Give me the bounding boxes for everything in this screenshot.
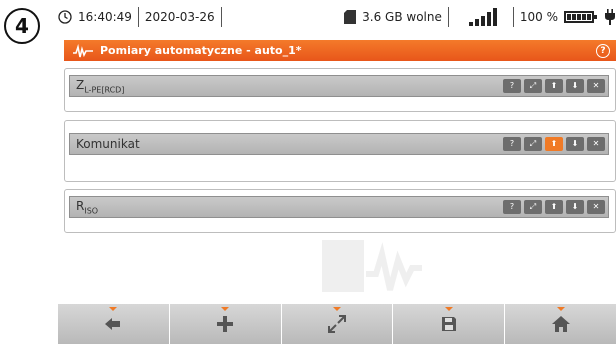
measurement-panel[interactable]: Komunikat ? ⤢ ⬆ ⬇ ✕ xyxy=(64,120,616,182)
battery-percent: 100 % xyxy=(519,10,558,24)
home-icon xyxy=(551,316,570,332)
status-time: 16:40:49 xyxy=(78,10,132,24)
save-icon xyxy=(441,317,456,331)
expand-icon[interactable]: ⤢ xyxy=(524,200,542,214)
panel-header[interactable]: Komunikat ? ⤢ ⬆ ⬇ ✕ xyxy=(69,133,609,155)
divider xyxy=(512,7,514,27)
panel-label: ZL-PE[RCD] xyxy=(76,77,125,95)
status-date: 2020-03-26 xyxy=(144,10,215,24)
close-icon[interactable]: ✕ xyxy=(587,137,605,151)
expand-icon[interactable]: ⤢ xyxy=(524,137,542,151)
expand-icon xyxy=(327,315,346,333)
watermark-logo-icon xyxy=(322,240,422,292)
down-arrow-icon[interactable]: ⬇ xyxy=(566,79,584,93)
step-number-badge: 4 xyxy=(4,8,40,44)
clock-icon xyxy=(58,10,72,24)
expand-icon[interactable]: ⤢ xyxy=(524,79,542,93)
status-bar: 16:40:49 2020-03-26 3.6 GB wolne 100 % xyxy=(58,0,616,34)
bottom-toolbar xyxy=(58,304,616,344)
plus-icon xyxy=(217,316,234,332)
screen: 4 16:40:49 2020-03-26 3.6 GB wolne 100 % xyxy=(0,0,616,344)
sd-card-icon xyxy=(344,10,357,24)
down-arrow-icon[interactable]: ⬇ xyxy=(566,200,584,214)
divider xyxy=(447,7,449,27)
down-arrow-icon[interactable]: ⬇ xyxy=(566,137,584,151)
close-icon[interactable]: ✕ xyxy=(587,79,605,93)
help-icon[interactable]: ? xyxy=(503,137,521,151)
help-icon[interactable]: ? xyxy=(503,79,521,93)
home-button[interactable] xyxy=(505,304,616,344)
panel-label: Komunikat xyxy=(76,137,140,151)
panel-header[interactable]: RISO ? ⤢ ⬆ ⬇ ✕ xyxy=(69,196,609,218)
measurement-panel[interactable]: RISO ? ⤢ ⬆ ⬇ ✕ xyxy=(64,189,616,233)
page-title: Pomiary automatyczne - auto_1* xyxy=(100,44,302,57)
expand-button[interactable] xyxy=(281,304,394,344)
plug-icon xyxy=(605,9,615,25)
sonel-logo-icon xyxy=(73,43,93,57)
up-arrow-icon[interactable]: ⬆ xyxy=(545,79,563,93)
title-bar: Pomiary automatyczne - auto_1* ? xyxy=(64,40,616,61)
panel-label: RISO xyxy=(76,198,99,216)
storage-free: 3.6 GB wolne xyxy=(362,10,442,24)
signal-strength-icon xyxy=(468,8,499,26)
help-button[interactable]: ? xyxy=(596,43,610,58)
up-arrow-icon[interactable]: ⬆ xyxy=(545,200,563,214)
divider xyxy=(137,7,139,27)
close-icon[interactable]: ✕ xyxy=(587,200,605,214)
measurement-panel[interactable]: ZL-PE[RCD] ? ⤢ ⬆ ⬇ ✕ xyxy=(64,68,616,112)
divider xyxy=(220,7,222,27)
save-button[interactable] xyxy=(393,304,506,344)
help-icon[interactable]: ? xyxy=(503,200,521,214)
back-arrow-icon xyxy=(105,318,121,330)
up-arrow-icon[interactable]: ⬆ xyxy=(545,137,563,151)
panel-header[interactable]: ZL-PE[RCD] ? ⤢ ⬆ ⬇ ✕ xyxy=(69,75,609,97)
back-button[interactable] xyxy=(58,304,170,344)
battery-icon xyxy=(564,11,597,23)
add-button[interactable] xyxy=(169,304,282,344)
